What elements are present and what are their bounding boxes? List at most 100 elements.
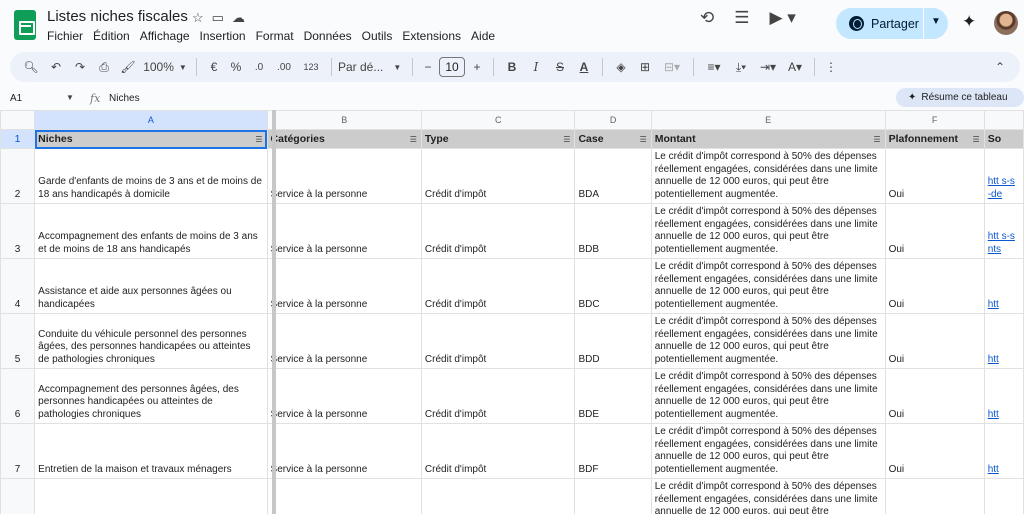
column-freeze-handle[interactable] bbox=[272, 110, 276, 514]
cell-src[interactable]: htt s-s nts bbox=[983, 203, 1024, 259]
more-options-icon[interactable]: ⋮ bbox=[821, 52, 841, 82]
cloud-status-icon[interactable]: ☁ bbox=[232, 10, 245, 26]
header-cell[interactable]: Catégories ☰ bbox=[266, 129, 422, 149]
currency-format-button[interactable]: € bbox=[203, 52, 225, 82]
header-cell[interactable]: So bbox=[983, 129, 1024, 149]
cell-niche[interactable]: Garde d'enfants de moins de 3 ans et de … bbox=[34, 148, 268, 204]
cell-cat[interactable]: Service à la personne bbox=[266, 148, 422, 204]
fill-color-icon[interactable]: ◈ bbox=[609, 52, 633, 82]
menu-fichier[interactable]: Fichier bbox=[47, 29, 88, 43]
borders-icon[interactable]: ⊞ bbox=[633, 52, 657, 82]
cell-montant[interactable]: Le crédit d'impôt correspond à 50% des d… bbox=[650, 258, 886, 314]
filter-icon[interactable]: ☰ bbox=[640, 135, 647, 144]
cell-plaf[interactable]: Oui bbox=[884, 258, 985, 314]
paint-format-icon[interactable]: 🖌︎ bbox=[116, 52, 140, 82]
menu-format[interactable]: Format bbox=[251, 29, 299, 43]
cell-type[interactable]: Crédit d'impôt bbox=[420, 313, 576, 369]
column-header-g[interactable] bbox=[983, 110, 1024, 130]
share-dropdown-icon[interactable]: ▼ bbox=[931, 16, 941, 27]
cell-plaf[interactable]: Oui bbox=[884, 148, 985, 204]
row-header[interactable]: 7 bbox=[0, 423, 36, 479]
cell-src[interactable] bbox=[983, 478, 1024, 514]
comments-icon[interactable]: ☰ bbox=[734, 8, 749, 28]
vertical-align-icon[interactable]: ⤓▾ bbox=[728, 52, 754, 82]
share-button[interactable]: Partager ▼ bbox=[836, 8, 948, 39]
undo-icon[interactable]: ↶ bbox=[44, 52, 68, 82]
cell-type[interactable]: Crédit d'impôt bbox=[420, 423, 576, 479]
column-header-d[interactable]: D bbox=[574, 110, 652, 130]
column-header-e[interactable]: E bbox=[650, 110, 886, 130]
cell-type[interactable]: Crédit d'impôt bbox=[420, 203, 576, 259]
merge-cells-icon[interactable]: ⊟▾ bbox=[657, 52, 687, 82]
text-color-icon[interactable]: A bbox=[572, 52, 596, 82]
cell-case[interactable]: BDA bbox=[574, 148, 652, 204]
cell-type[interactable] bbox=[420, 478, 576, 514]
cell-cat[interactable]: Service à la personne bbox=[266, 258, 422, 314]
name-box-dropdown-icon[interactable]: ▼ bbox=[66, 93, 74, 102]
cell-cat[interactable]: Service à la personne bbox=[266, 423, 422, 479]
header-cell[interactable]: Plafonnement ☰ bbox=[884, 129, 985, 149]
cell-src[interactable]: htt bbox=[983, 423, 1024, 479]
increase-decimal-button[interactable]: .00 bbox=[271, 52, 297, 82]
filter-icon[interactable]: ☰ bbox=[873, 135, 880, 144]
cell-niche[interactable]: Assistance et aide aux personnes âgées o… bbox=[34, 258, 268, 314]
menu-affichage[interactable]: Affichage bbox=[135, 29, 195, 43]
cell-plaf[interactable]: Oui bbox=[884, 423, 985, 479]
summarize-table-button[interactable]: ✦ Résume ce tableau bbox=[896, 88, 1024, 107]
cell-cat[interactable] bbox=[266, 478, 422, 514]
star-icon[interactable]: ☆ bbox=[192, 10, 204, 26]
column-header-f[interactable]: F bbox=[884, 110, 985, 130]
cell-case[interactable]: BDB bbox=[574, 203, 652, 259]
header-cell[interactable]: Type ☰ bbox=[420, 129, 576, 149]
row-header[interactable]: 2 bbox=[0, 148, 36, 204]
cell-niche[interactable]: Conduite du véhicule personnel des perso… bbox=[34, 313, 268, 369]
font-select[interactable]: Par dé... ▼ bbox=[338, 52, 406, 82]
gemini-icon[interactable]: ✦ bbox=[962, 12, 976, 32]
filter-icon[interactable]: ☰ bbox=[563, 135, 570, 144]
history-icon[interactable]: ⟲ bbox=[700, 8, 714, 28]
row-header[interactable]: 1 bbox=[0, 129, 36, 149]
move-folder-icon[interactable]: ▭ bbox=[212, 10, 224, 26]
menu-aide[interactable]: Aide bbox=[466, 29, 500, 43]
name-box[interactable]: A1 bbox=[10, 93, 22, 104]
cell-niche[interactable]: Accompagnement des personnes âgées, des … bbox=[34, 368, 268, 424]
cell-montant[interactable]: Le crédit d'impôt correspond à 50% des d… bbox=[650, 368, 886, 424]
filter-icon[interactable]: ☰ bbox=[410, 135, 417, 144]
header-cell[interactable]: Montant ☰ bbox=[650, 129, 886, 149]
collapse-toolbar-icon[interactable]: ⌃ bbox=[990, 52, 1010, 82]
cell-montant[interactable]: Le crédit d'impôt correspond à 50% des d… bbox=[650, 203, 886, 259]
cell-type[interactable]: Crédit d'impôt bbox=[420, 148, 576, 204]
redo-icon[interactable]: ↷ bbox=[68, 52, 92, 82]
menu-extensions[interactable]: Extensions bbox=[397, 29, 466, 43]
cell-case[interactable] bbox=[574, 478, 652, 514]
header-cell[interactable]: Niches ☰ bbox=[34, 129, 268, 149]
font-size-input[interactable]: 10 bbox=[439, 57, 465, 77]
cell-src[interactable]: htt s-s -de bbox=[983, 148, 1024, 204]
row-header[interactable]: 6 bbox=[0, 368, 36, 424]
text-wrap-icon[interactable]: ⇥▾ bbox=[754, 52, 782, 82]
filter-icon[interactable]: ☰ bbox=[973, 135, 980, 144]
cell-src[interactable]: htt bbox=[983, 258, 1024, 314]
menu-donnees[interactable]: Données bbox=[299, 29, 357, 43]
cell-plaf[interactable]: Oui bbox=[884, 203, 985, 259]
font-size-decrease-button[interactable]: − bbox=[419, 52, 437, 82]
cell-src[interactable]: htt bbox=[983, 313, 1024, 369]
text-rotation-icon[interactable]: A▾ bbox=[782, 52, 808, 82]
select-all-corner[interactable] bbox=[0, 110, 36, 130]
cell-case[interactable]: BDE bbox=[574, 368, 652, 424]
row-header[interactable]: 5 bbox=[0, 313, 36, 369]
cell-plaf[interactable]: Oui bbox=[884, 313, 985, 369]
cell-plaf[interactable] bbox=[884, 478, 985, 514]
cell-montant[interactable]: Le crédit d'impôt correspond à 50% des d… bbox=[650, 478, 886, 514]
zoom-select[interactable]: 100% ▼ bbox=[140, 52, 190, 82]
strikethrough-icon[interactable]: S bbox=[548, 52, 572, 82]
cell-niche[interactable]: Entretien de la maison et travaux ménage… bbox=[34, 423, 268, 479]
font-size-increase-button[interactable]: + bbox=[467, 52, 487, 82]
number-format-button[interactable]: 123 bbox=[297, 52, 325, 82]
cell-plaf[interactable]: Oui bbox=[884, 368, 985, 424]
print-icon[interactable]: ⎙ bbox=[92, 52, 116, 82]
cell-montant[interactable]: Le crédit d'impôt correspond à 50% des d… bbox=[650, 148, 886, 204]
menu-edition[interactable]: Édition bbox=[88, 29, 135, 43]
cell-case[interactable]: BDD bbox=[574, 313, 652, 369]
cell-montant[interactable]: Le crédit d'impôt correspond à 50% des d… bbox=[650, 423, 886, 479]
